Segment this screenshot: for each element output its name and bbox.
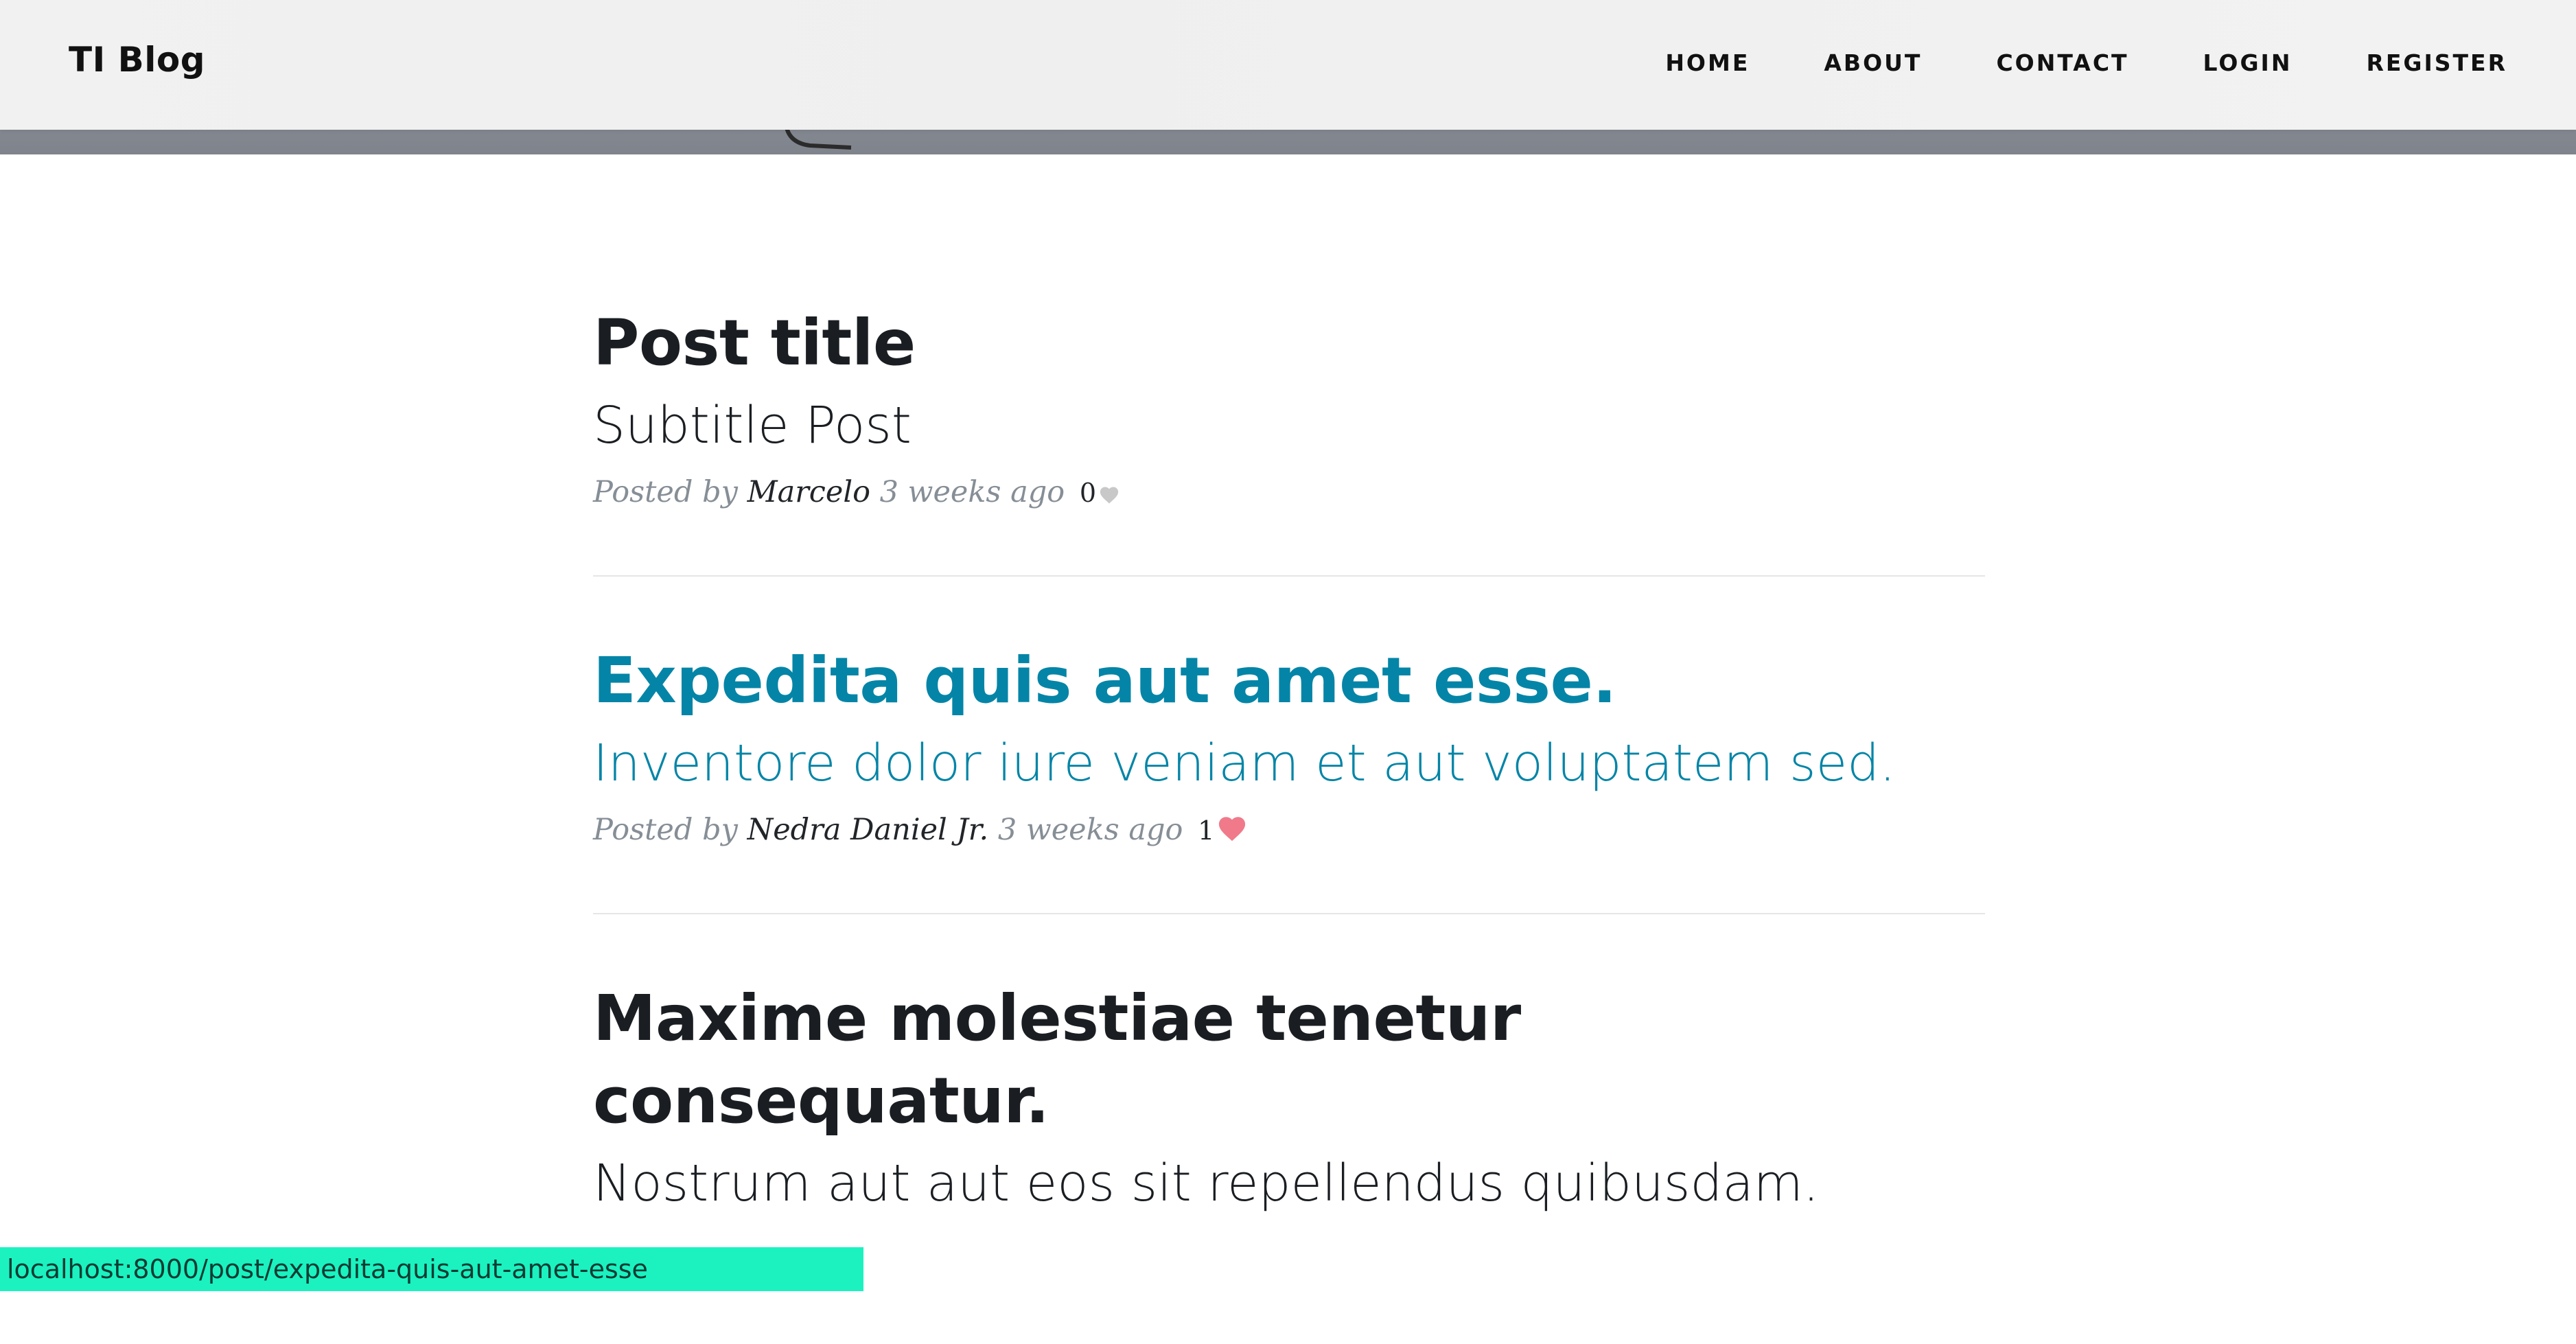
- post-title-link[interactable]: Maxime molestiae tenetur consequatur.: [593, 977, 1691, 1142]
- post-time: 3 weeks ago: [997, 813, 1183, 847]
- nav-about-link[interactable]: ABOUT: [1824, 49, 1922, 76]
- post-subtitle[interactable]: Subtitle Post: [593, 391, 1985, 460]
- navbar: TI Blog HOME ABOUT CONTACT LOGIN REGISTE…: [0, 0, 2576, 130]
- heart-icon[interactable]: [1099, 478, 1119, 512]
- post-subtitle[interactable]: Nostrum aut aut eos sit repellendus quib…: [593, 1149, 1985, 1218]
- like-count: 1: [1198, 815, 1215, 846]
- nav-login-link[interactable]: LOGIN: [2203, 49, 2293, 76]
- post-title-link[interactable]: Post title: [593, 302, 1985, 384]
- nav-register-link[interactable]: REGISTER: [2366, 49, 2507, 76]
- brand-logo[interactable]: TI Blog: [69, 40, 205, 80]
- post-preview: Expedita quis aut amet esse. Inventore d…: [593, 640, 1985, 914]
- post-author: Nedra Daniel Jr.: [747, 813, 989, 847]
- nav-links: HOME ABOUT CONTACT LOGIN REGISTER: [1665, 49, 2507, 76]
- posted-by-label: Posted by: [593, 475, 738, 509]
- post-meta: Posted by Nedra Daniel Jr. 3 weeks ago 1: [593, 813, 1985, 850]
- post-title-link[interactable]: Expedita quis aut amet esse.: [593, 640, 1985, 722]
- nav-home-link[interactable]: HOME: [1665, 49, 1750, 76]
- post-subtitle[interactable]: Inventore dolor iure veniam et aut volup…: [593, 729, 1985, 798]
- post-preview: Post title Subtitle Post Posted by Marce…: [593, 302, 1985, 577]
- like-count: 0: [1079, 478, 1097, 508]
- link-status-bar: localhost:8000/post/expedita-quis-aut-am…: [0, 1247, 863, 1291]
- post-list: Post title Subtitle Post Posted by Marce…: [593, 302, 1985, 1344]
- posted-by-label: Posted by: [593, 813, 738, 847]
- post-time: 3 weeks ago: [879, 475, 1065, 509]
- post-preview: Maxime molestiae tenetur consequatur. No…: [593, 977, 1985, 1281]
- post-author: Marcelo: [747, 475, 870, 509]
- nav-contact-link[interactable]: CONTACT: [1996, 49, 2128, 76]
- post-meta: Posted by Marcelo 3 weeks ago 0: [593, 475, 1985, 512]
- heart-icon[interactable]: [1217, 815, 1247, 850]
